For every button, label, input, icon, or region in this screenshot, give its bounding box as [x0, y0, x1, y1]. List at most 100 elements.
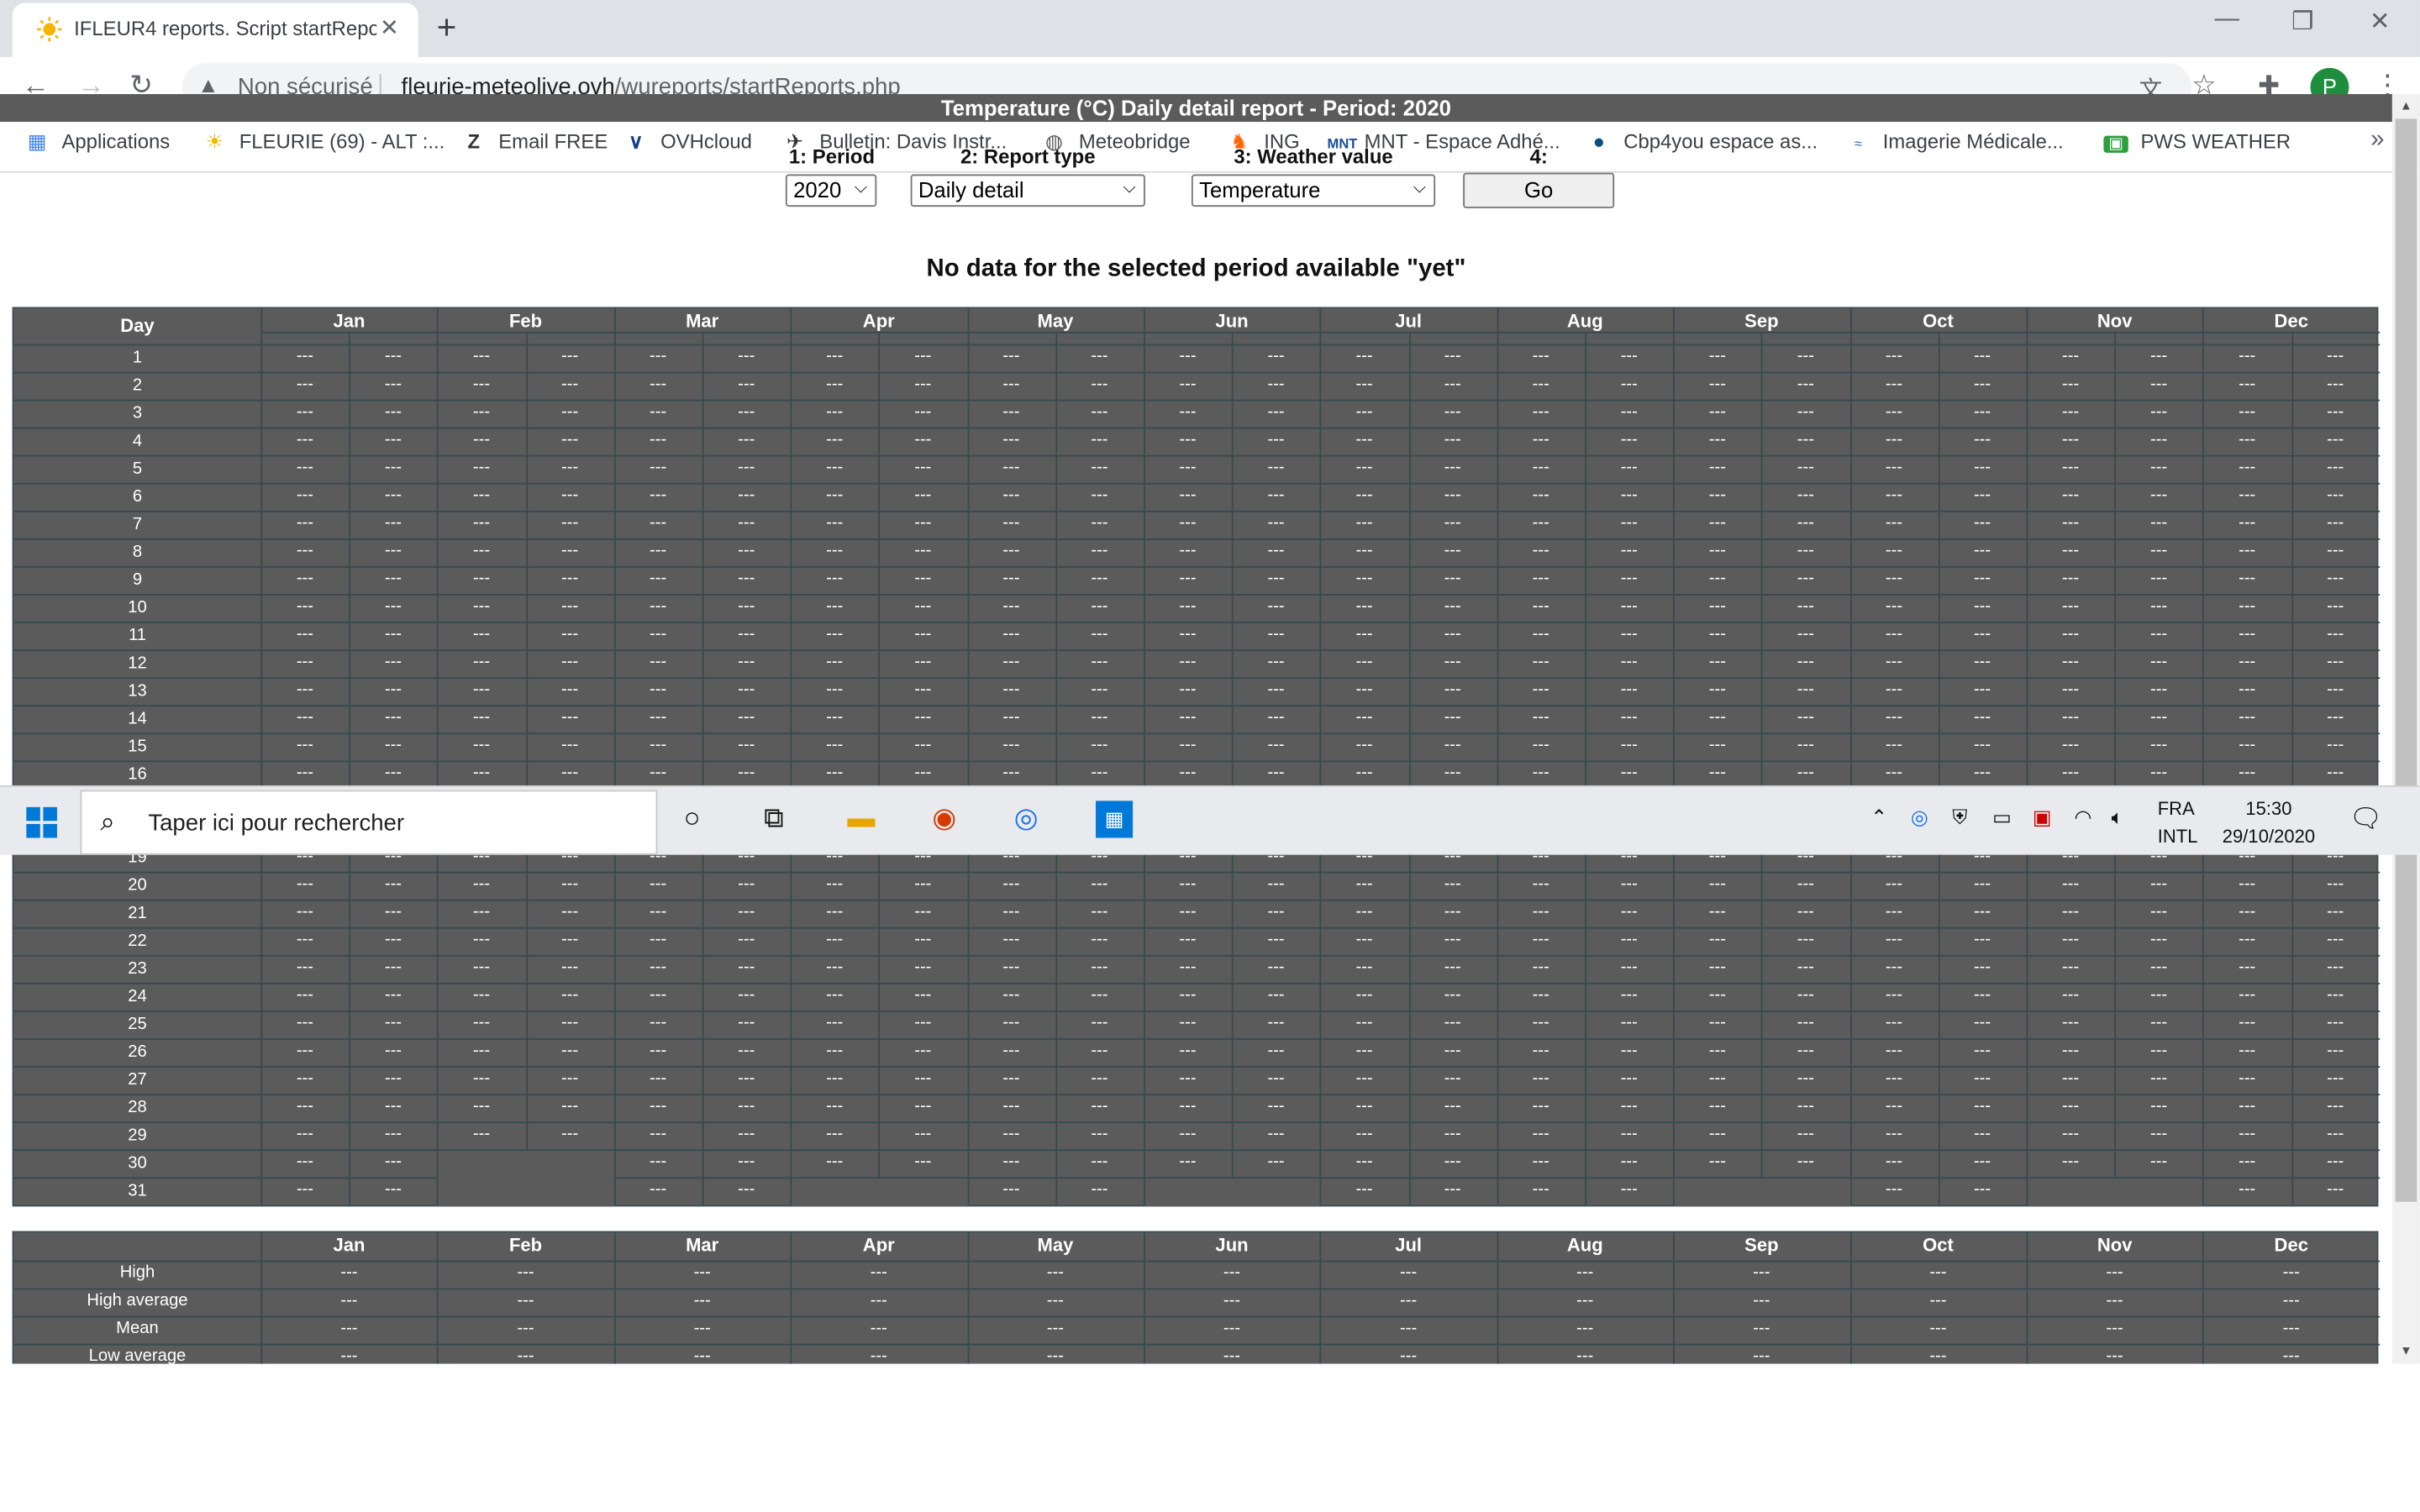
scroll-up-icon[interactable]: ▲: [2400, 99, 2412, 113]
day-value-cell: ---: [1355, 541, 1373, 560]
day-value-cell: ---: [1532, 736, 1549, 755]
day-value-cell: ---: [914, 624, 932, 643]
day-number: 27: [128, 1070, 147, 1089]
period-select[interactable]: 2020 ⌵: [785, 174, 877, 207]
day-value-cell: ---: [296, 1096, 314, 1116]
summary-value-cell: ---: [870, 1319, 887, 1338]
wifi-icon[interactable]: ◠: [2075, 806, 2092, 830]
shield-icon[interactable]: ⛨: [1952, 806, 1967, 830]
day-value-cell: ---: [1002, 1068, 1020, 1088]
volume-icon[interactable]: 🔈︎: [2112, 806, 2123, 830]
day-value-cell: ---: [1444, 430, 1461, 449]
day-value-cell: ---: [1708, 958, 1726, 977]
day-value-cell: ---: [1797, 985, 1815, 1005]
page-scrollbar[interactable]: ▲ ▼: [2391, 94, 2420, 1364]
day-value-cell: ---: [738, 930, 755, 949]
day-value-cell: ---: [1973, 708, 1991, 727]
close-tab-icon[interactable]: ✕: [380, 14, 399, 41]
day-value-cell: ---: [560, 347, 579, 366]
summary-month-header-oct: Oct: [1923, 1234, 1954, 1257]
scrollbar-thumb[interactable]: [2395, 118, 2417, 1202]
day-value-cell: ---: [1002, 513, 1020, 533]
summary-value-cell: ---: [1753, 1291, 1770, 1310]
day-value-cell: ---: [384, 652, 402, 671]
day-value-cell: ---: [296, 375, 314, 394]
day-value-cell: ---: [826, 486, 844, 505]
day-value-cell: ---: [1885, 1013, 1903, 1032]
day-value-cell: ---: [1267, 513, 1285, 533]
cortana-icon[interactable]: ○: [684, 802, 701, 835]
day-value-cell: ---: [826, 430, 844, 449]
app-red-icon[interactable]: ◉: [932, 802, 956, 835]
day-value-cell: ---: [1444, 458, 1461, 477]
pdf-icon[interactable]: ▣: [2033, 806, 2052, 830]
task-view-icon[interactable]: ⧉: [764, 802, 784, 835]
report-type-select[interactable]: Daily detail ⌵: [910, 174, 1145, 207]
windows-start-icon[interactable]: [26, 806, 57, 838]
store-app-icon[interactable]: ▦: [1096, 801, 1134, 838]
day-value-cell: ---: [384, 930, 402, 949]
day-value-cell: ---: [2150, 1124, 2168, 1143]
summary-value-cell: ---: [340, 1347, 358, 1364]
close-window-icon[interactable]: ✕: [2344, 6, 2415, 37]
taskbar-search[interactable]: ⌕ Taper ici pour rechercher: [80, 790, 658, 855]
day-value-cell: ---: [650, 680, 667, 699]
day-value-cell: ---: [1885, 347, 1903, 366]
row-divider: [13, 566, 2381, 568]
go-button[interactable]: Go: [1463, 172, 1615, 208]
day-value-cell: ---: [1267, 652, 1285, 671]
tray-chrome-icon[interactable]: ◎: [1911, 806, 1928, 830]
summary-value-cell: ---: [1400, 1347, 1418, 1364]
day-value-cell: ---: [1532, 1013, 1549, 1032]
day-value-cell: ---: [472, 458, 491, 477]
new-tab-icon[interactable]: +: [437, 8, 457, 48]
day-value-cell: ---: [1973, 1124, 1991, 1143]
restore-icon[interactable]: ❐: [2267, 6, 2338, 37]
day-value-cell: ---: [2238, 680, 2256, 699]
day-value-cell: ---: [1532, 624, 1549, 643]
summary-value-cell: ---: [1753, 1319, 1770, 1338]
day-value-cell: ---: [472, 596, 491, 616]
day-value-cell: ---: [1091, 624, 1108, 643]
day-value-cell: ---: [1797, 375, 1815, 394]
language-indicator[interactable]: FRA INTL: [2158, 795, 2198, 850]
summary-value-cell: ---: [1223, 1263, 1241, 1283]
day-value-cell: ---: [2062, 1152, 2080, 1172]
summary-value-cell: ---: [1929, 1319, 1947, 1338]
day-value-cell: ---: [2327, 402, 2344, 422]
day-value-cell: ---: [1620, 874, 1638, 894]
minimize-icon[interactable]: —: [2191, 6, 2262, 34]
day-value-cell: ---: [1267, 1013, 1285, 1032]
day-value-cell: ---: [1002, 1152, 1020, 1172]
chrome-icon[interactable]: ◎: [1014, 802, 1039, 835]
file-explorer-icon[interactable]: ▬: [847, 802, 875, 835]
clock-time: 15:30: [2245, 797, 2292, 820]
day-number: 16: [128, 764, 147, 785]
day-value-cell: ---: [1620, 1180, 1638, 1200]
summary-value-cell: ---: [1046, 1263, 1065, 1283]
row-divider: [13, 1066, 2381, 1068]
day-value-cell: ---: [1267, 569, 1285, 588]
day-number: 25: [128, 1015, 147, 1034]
weather-value-select[interactable]: Temperature ⌵: [1191, 174, 1436, 207]
day-value-cell: ---: [1532, 680, 1549, 699]
scroll-down-icon[interactable]: ▼: [2400, 1344, 2412, 1358]
day-value-cell: ---: [1973, 680, 1991, 699]
day-value-cell: ---: [472, 569, 491, 588]
notification-icon[interactable]: 🗨︎: [2349, 804, 2382, 835]
day-value-cell: ---: [1444, 902, 1461, 921]
tab-reports[interactable]: IFLEUR4 reports. Script startRepo ✕: [12, 3, 418, 57]
row-divider: [13, 482, 2381, 485]
day-value-cell: ---: [472, 874, 491, 894]
day-value-cell: ---: [1179, 736, 1197, 755]
day-value-cell: ---: [1267, 347, 1285, 366]
day-number: 2: [132, 376, 143, 396]
battery-icon[interactable]: ▭: [1992, 806, 2012, 830]
day-value-cell: ---: [384, 430, 402, 449]
day-value-cell: ---: [914, 430, 932, 449]
day-value-cell: ---: [1973, 486, 1991, 505]
clock[interactable]: 15:30 29/10/2020: [2219, 795, 2318, 850]
day-value-cell: ---: [1973, 375, 1991, 394]
day-value-cell: ---: [1532, 1124, 1549, 1143]
tray-expand-icon[interactable]: ⌃: [1870, 806, 1887, 830]
